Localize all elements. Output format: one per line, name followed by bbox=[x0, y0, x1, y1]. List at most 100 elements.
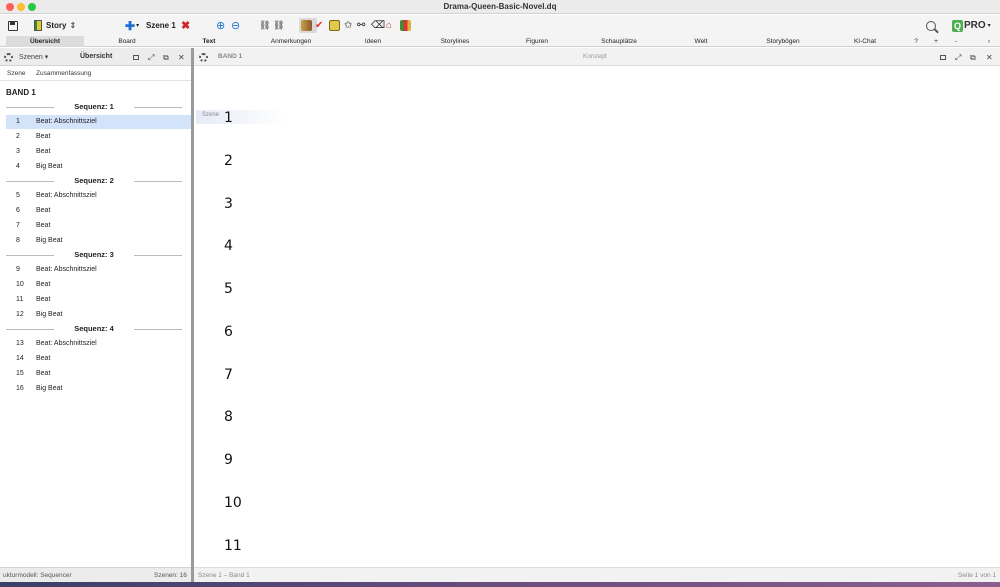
expand-panel-icon[interactable]: ⤢ bbox=[955, 53, 963, 62]
zoom-out-button[interactable]: ⊖ bbox=[231, 18, 240, 33]
network-icon: ⚯ bbox=[357, 20, 366, 31]
scene-row[interactable]: 8 Big Beat bbox=[6, 234, 191, 248]
star-icon: ✩ bbox=[344, 20, 353, 31]
scene-number[interactable]: 3 bbox=[224, 196, 233, 212]
column-summary[interactable]: Zusammenfassung bbox=[36, 70, 91, 77]
tab-storyboegen[interactable]: Storybögen bbox=[744, 36, 822, 47]
sequence-header: Sequenz: 4 bbox=[6, 324, 182, 334]
tab-figuren[interactable]: Figuren bbox=[498, 36, 576, 47]
column-scene[interactable]: Szene bbox=[7, 70, 25, 77]
scene-number[interactable]: 10 bbox=[224, 495, 242, 511]
scene-row[interactable]: 3 Beat bbox=[6, 145, 191, 159]
scene-row[interactable]: 15 Beat bbox=[6, 367, 191, 381]
expand-panel-icon[interactable]: ⤢ bbox=[148, 53, 156, 62]
structure-icon bbox=[301, 20, 312, 31]
grid-button[interactable] bbox=[329, 18, 343, 33]
tab-text[interactable]: Text bbox=[170, 36, 248, 47]
scene-number[interactable]: 9 bbox=[224, 452, 233, 468]
sequence-header: Sequenz: 1 bbox=[6, 102, 182, 112]
structure-model-label: ukturmodell: Sequencer bbox=[3, 572, 72, 579]
scene-row[interactable]: 2 Beat bbox=[6, 130, 191, 144]
mode-label: Konzept bbox=[583, 53, 607, 60]
tag-button[interactable]: ⌫ bbox=[371, 18, 385, 33]
scene-row[interactable]: 9 Beat: Abschnittsziel bbox=[6, 263, 191, 277]
minimize-panel-icon[interactable] bbox=[940, 55, 946, 60]
add-tab-button[interactable]: + bbox=[928, 36, 944, 47]
zoom-in-icon: ⊕ bbox=[216, 20, 226, 32]
close-panel-icon[interactable]: ✕ bbox=[986, 53, 994, 62]
scene-tag: Szene bbox=[196, 110, 286, 124]
column-header: Szene Zusammenfassung bbox=[0, 67, 191, 81]
save-icon bbox=[8, 20, 18, 31]
close-panel-icon[interactable]: ✕ bbox=[178, 53, 186, 62]
link-icon: ⛓ bbox=[259, 20, 271, 30]
chevron-down-icon: ▾ bbox=[136, 23, 140, 29]
scene-row[interactable]: 14 Beat bbox=[6, 352, 191, 366]
gear-icon[interactable] bbox=[199, 53, 208, 62]
tab-anmerkungen[interactable]: Anmerkungen bbox=[252, 36, 330, 47]
check-icon: ✔ bbox=[315, 20, 324, 31]
scene-row[interactable]: 7 Beat bbox=[6, 219, 191, 233]
scene-number[interactable]: 11 bbox=[224, 538, 242, 554]
tab-ideen[interactable]: Ideen bbox=[334, 36, 412, 47]
toolbar: Story ⇕ ✚ ▾ Szene 1 ✖ ⊕ ⊖ ⛓ ⛓ ✔ ✩ ⚯ ⌫ ⌂ … bbox=[0, 15, 1000, 36]
tab-uebersicht[interactable]: Übersicht bbox=[6, 36, 84, 47]
home-button[interactable]: ⌂ bbox=[386, 18, 392, 33]
grid-icon bbox=[329, 20, 340, 31]
scene-row[interactable]: 5 Beat: Abschnittsziel bbox=[6, 189, 191, 203]
save-button[interactable] bbox=[8, 18, 18, 33]
scene-row[interactable]: 11 Beat bbox=[6, 293, 191, 307]
add-scene-button[interactable]: ✚ ▾ bbox=[125, 18, 139, 33]
scene-number[interactable]: 5 bbox=[224, 281, 233, 297]
unlink-button[interactable]: ⛓ bbox=[273, 18, 284, 33]
add-icon: ✚ bbox=[125, 18, 136, 33]
scenes-dropdown[interactable]: Szenen ▾ bbox=[19, 53, 48, 61]
star-button[interactable]: ✩ bbox=[344, 18, 352, 33]
overview-panel-header: Szenen ▾ Übersicht ⤢ ⧉ ✕ bbox=[0, 48, 191, 66]
tab-storylines[interactable]: Storylines bbox=[416, 36, 494, 47]
gear-icon[interactable] bbox=[4, 53, 13, 62]
pro-menu-button[interactable]: Q PRO ▾ bbox=[952, 18, 991, 33]
search-icon bbox=[926, 20, 936, 31]
check-button[interactable]: ✔ bbox=[315, 18, 323, 33]
search-button[interactable] bbox=[926, 18, 936, 33]
scene-number[interactable]: 4 bbox=[224, 238, 233, 254]
scene-number[interactable]: 6 bbox=[224, 324, 233, 340]
tab-ki-chat[interactable]: KI-Chat bbox=[826, 36, 904, 47]
project-selector[interactable]: Story ⇕ bbox=[34, 18, 76, 33]
scene-number[interactable]: 1 bbox=[224, 110, 233, 126]
panel-title: Übersicht bbox=[80, 53, 113, 60]
delete-scene-button[interactable]: ✖ bbox=[181, 18, 190, 33]
stats-button[interactable] bbox=[400, 18, 414, 33]
detach-panel-icon[interactable]: ⧉ bbox=[970, 53, 978, 62]
window-title: Drama-Queen-Basic-Novel.dq bbox=[443, 2, 557, 11]
help-tab-button[interactable]: ? bbox=[908, 36, 924, 47]
delete-icon: ✖ bbox=[181, 20, 191, 32]
scene-row[interactable]: 16 Big Beat bbox=[6, 382, 191, 396]
overflow-icon[interactable]: › bbox=[982, 36, 996, 47]
scene-row[interactable]: 12 Big Beat bbox=[6, 308, 191, 322]
project-label: Story bbox=[46, 21, 67, 30]
scene-number[interactable]: 2 bbox=[224, 153, 233, 169]
scene-row[interactable]: 13 Beat: Abschnittsziel bbox=[6, 337, 191, 351]
detach-panel-icon[interactable]: ⧉ bbox=[163, 53, 171, 62]
tab-board[interactable]: Board bbox=[88, 36, 166, 47]
scene-location: Szene 1 – Band 1 bbox=[198, 572, 250, 579]
chevron-down-icon: ▾ bbox=[44, 54, 49, 61]
zoom-in-button[interactable]: ⊕ bbox=[216, 18, 225, 33]
scene-number[interactable]: 8 bbox=[224, 409, 233, 425]
chevron-down-icon: ▾ bbox=[987, 23, 991, 29]
minimize-panel-icon[interactable] bbox=[133, 55, 139, 60]
tab-welt[interactable]: Welt bbox=[662, 36, 740, 47]
text-panel: BAND 1 Konzept ⤢ ⧉ ✕ Szene 1 2 3 4 5 6 7… bbox=[194, 48, 1000, 582]
scene-number[interactable]: 7 bbox=[224, 367, 233, 383]
link-button[interactable]: ⛓ bbox=[259, 18, 270, 33]
tab-schauplaetze[interactable]: Schauplätze bbox=[580, 36, 658, 47]
scene-row[interactable]: 6 Beat bbox=[6, 204, 191, 218]
scene-row[interactable]: 1 Beat: Abschnittsziel bbox=[6, 115, 191, 129]
network-button[interactable]: ⚯ bbox=[357, 18, 365, 33]
remove-tab-button[interactable]: - bbox=[948, 36, 964, 47]
scene-count: Szenen: 16 bbox=[154, 572, 187, 579]
scene-row[interactable]: 10 Beat bbox=[6, 278, 191, 292]
scene-row[interactable]: 4 Big Beat bbox=[6, 160, 191, 174]
